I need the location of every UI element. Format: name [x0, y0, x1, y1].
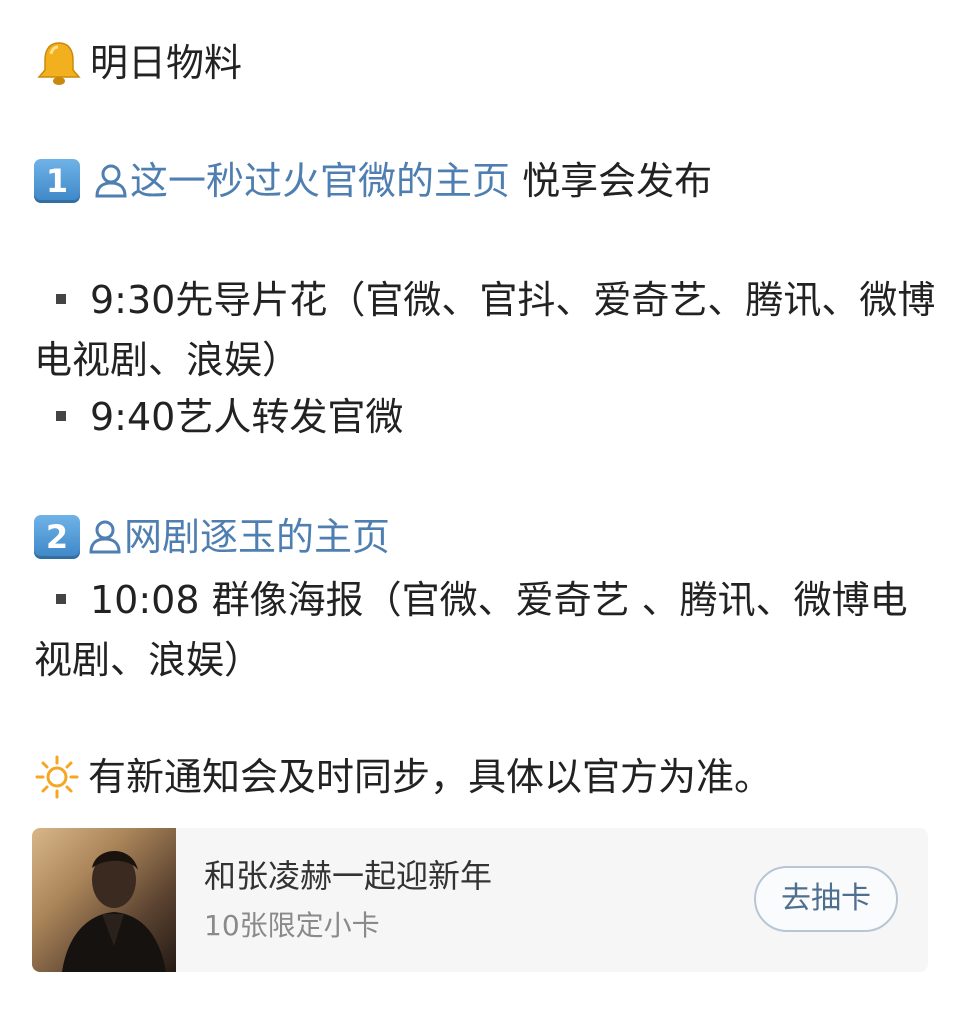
notice-text: 有新通知会及时同步，具体以官方为准。	[88, 755, 773, 799]
card-thumbnail	[32, 828, 176, 972]
item2-bullet-1: 10:08 群像海报（官微、爱奇艺 、腾讯、微博电视剧、浪娱）	[34, 570, 940, 690]
bullet-marker	[56, 593, 66, 604]
item1-link-text: 这一秒过火官微的主页	[130, 159, 511, 203]
header-text: 明日物料	[90, 41, 243, 85]
keycap-2-icon: 2	[34, 515, 80, 559]
user-icon	[92, 158, 130, 202]
item1-bullet-2-text: 9:40艺人转发官微	[90, 395, 404, 439]
item1-bullet-2: 9:40艺人转发官微	[34, 394, 940, 440]
item1-bullet-1: 9:30先导片花（官微、官抖、爱奇艺、腾讯、微博电视剧、浪娱）	[34, 270, 940, 390]
item2-profile-link[interactable]: 网剧逐玉的主页	[86, 515, 390, 559]
item1-profile-link[interactable]: 这一秒过火官微的主页	[92, 159, 510, 203]
item1-title: 1 这一秒过火官微的主页 悦享会发布	[34, 158, 940, 204]
card-title: 和张凌赫一起迎新年	[204, 857, 493, 895]
item1-bullet-1-text: 9:30先导片花（官微、官抖、爱奇艺、腾讯、微博电视剧、浪娱）	[34, 278, 936, 382]
card-subtitle: 10张限定小卡	[204, 909, 380, 942]
item2-link-text: 网剧逐玉的主页	[124, 515, 391, 559]
bullet-marker	[56, 293, 66, 304]
user-icon	[86, 514, 124, 558]
item2-title: 2 网剧逐玉的主页	[34, 514, 940, 560]
sun-icon	[34, 754, 80, 800]
bullet-marker	[56, 410, 66, 421]
keycap-1-icon: 1	[34, 159, 80, 203]
item2-bullet-1-text: 10:08 群像海报（官微、爱奇艺 、腾讯、微博电视剧、浪娱）	[34, 578, 908, 682]
bell-icon	[34, 40, 84, 86]
draw-card-button[interactable]: 去抽卡	[754, 866, 898, 932]
post-header: 明日物料	[34, 40, 940, 86]
notice-line: 有新通知会及时同步，具体以官方为准。	[34, 754, 940, 800]
promo-card[interactable]: 和张凌赫一起迎新年 10张限定小卡 去抽卡	[32, 828, 928, 972]
item1-suffix: 悦享会发布	[510, 159, 713, 203]
